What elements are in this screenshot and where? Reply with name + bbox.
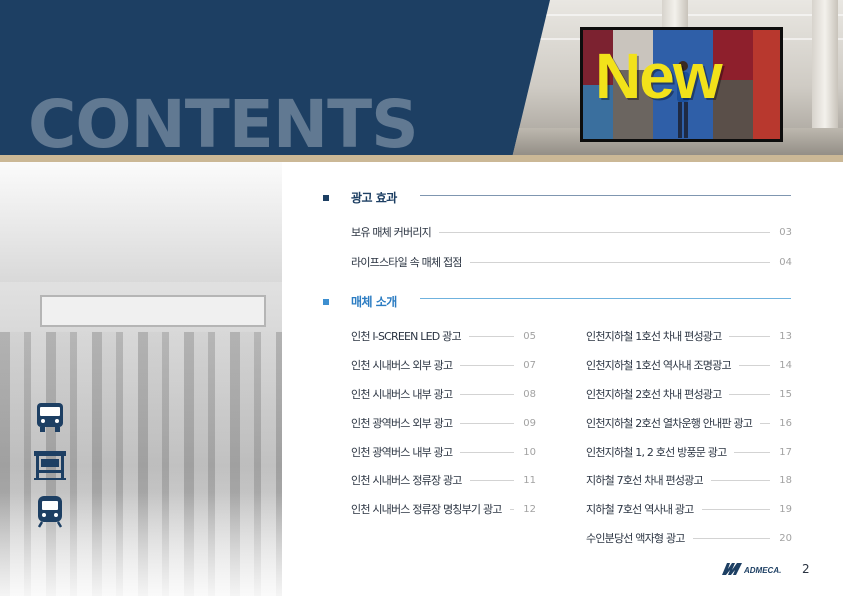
toc-leader [692, 537, 770, 539]
toc-row[interactable]: 라이프스타일 속 매체 접점 04 [351, 254, 792, 270]
toc-leader [468, 335, 514, 337]
bus-stop-icon [33, 448, 67, 482]
toc-leader [729, 393, 770, 395]
toc-label: 인천 I-SCREEN LED 광고 [351, 330, 462, 343]
section-header-ad-effect: 광고 효과 [323, 189, 397, 206]
toc-page: 16 [779, 417, 792, 429]
toc-row[interactable]: 인천지하철 2호선 열차운행 안내판 광고 16 [586, 415, 792, 431]
toc-label: 인천 광역버스 내부 광고 [351, 446, 453, 459]
toc-row[interactable]: 인천지하철 1호선 차내 편성광고 13 [586, 328, 792, 344]
toc-label: 라이프스타일 속 매체 접점 [351, 256, 462, 269]
toc-leader [460, 451, 514, 453]
toc-leader [509, 508, 514, 510]
logo-text: ADMECA. [744, 566, 782, 575]
toc-leader [729, 335, 770, 337]
photo-overhead-sign [40, 295, 266, 327]
toc-leader [469, 261, 770, 263]
toc-row[interactable]: 인천 시내버스 내부 광고 08 [351, 386, 536, 402]
toc-leader [760, 422, 770, 424]
toc-leader [734, 451, 770, 453]
toc-row[interactable]: 인천 시내버스 정류장 광고 11 [351, 472, 536, 488]
toc-label: 보유 매체 커버리지 [351, 226, 432, 239]
toc-row[interactable]: 인천 시내버스 외부 광고 07 [351, 357, 536, 373]
led-screen-image: New [580, 27, 783, 142]
toc-label: 인천 광역버스 외부 광고 [351, 417, 453, 430]
gold-divider [0, 155, 843, 162]
screen-sign-text: New [595, 40, 723, 112]
toc-row[interactable]: 수인분당선 액자형 광고 20 [586, 530, 792, 546]
toc-page: 15 [779, 388, 792, 400]
toc-page: 19 [779, 503, 792, 515]
toc-row[interactable]: 인천 광역버스 외부 광고 09 [351, 415, 536, 431]
toc-page: 12 [523, 503, 536, 515]
toc-page: 13 [779, 330, 792, 342]
logo-mark-icon [722, 563, 742, 578]
page-title: CONTENTS [28, 86, 419, 158]
toc-row[interactable]: 인천 I-SCREEN LED 광고 05 [351, 328, 536, 344]
bus-icon [33, 400, 67, 434]
toc-page: 04 [779, 256, 792, 268]
toc-leader [460, 364, 514, 366]
toc-label: 인천 시내버스 내부 광고 [351, 388, 453, 401]
toc-page: 18 [779, 474, 792, 486]
toc-leader [738, 364, 770, 366]
toc-row[interactable]: 인천 시내버스 정류장 명칭부기 광고 12 [351, 501, 536, 517]
page-number: 2 [802, 562, 810, 576]
toc-label: 인천 시내버스 정류장 광고 [351, 474, 462, 487]
toc-leader [460, 393, 514, 395]
toc-leader [701, 508, 770, 510]
toc-row[interactable]: 인천지하철 2호선 차내 편성광고 15 [586, 386, 792, 402]
toc-page: 11 [523, 474, 536, 486]
toc-row[interactable]: 보유 매체 커버리지 03 [351, 224, 792, 240]
toc-row[interactable]: 지하철 7호선 역사내 광고 19 [586, 501, 792, 517]
bullet-square-icon [323, 298, 329, 305]
toc-page: 07 [523, 359, 536, 371]
toc-row[interactable]: 인천지하철 1호선 역사내 조명광고 14 [586, 357, 792, 373]
station-crowd-photo [0, 162, 282, 596]
toc-label: 인천지하철 1호선 역사내 조명광고 [586, 359, 732, 372]
toc-page: 05 [523, 330, 536, 342]
toc-label: 인천지하철 2호선 차내 편성광고 [586, 388, 722, 401]
section-header-media-intro: 매체 소개 [323, 293, 397, 310]
toc-row[interactable]: 인천 광역버스 내부 광고 10 [351, 444, 536, 460]
toc-page: 17 [779, 446, 792, 458]
toc-leader [469, 479, 514, 481]
section-rule [420, 195, 791, 196]
toc-label: 인천지하철 1, 2 호선 방풍문 광고 [586, 446, 727, 459]
header-band: CONTENTS New [0, 0, 843, 158]
toc-label: 인천지하철 1호선 차내 편성광고 [586, 330, 722, 343]
toc-page: 10 [523, 446, 536, 458]
toc-label: 지하철 7호선 역사내 광고 [586, 503, 694, 516]
section-title: 매체 소개 [351, 295, 397, 309]
toc-page: 09 [523, 417, 536, 429]
toc-label: 인천 시내버스 외부 광고 [351, 359, 453, 372]
toc-page: 08 [523, 388, 536, 400]
toc-label: 지하철 7호선 차내 편성광고 [586, 474, 704, 487]
toc-row[interactable]: 인천지하철 1, 2 호선 방풍문 광고 17 [586, 444, 792, 460]
toc-page: 14 [779, 359, 792, 371]
bullet-square-icon [323, 194, 329, 201]
section-title: 광고 효과 [351, 191, 397, 205]
toc-leader [460, 422, 514, 424]
toc-leader [438, 231, 770, 233]
toc-row[interactable]: 지하철 7호선 차내 편성광고 18 [586, 472, 792, 488]
section-rule [420, 298, 791, 299]
toc-label: 인천 시내버스 정류장 명칭부기 광고 [351, 503, 502, 516]
admeca-logo: ADMECA. [722, 563, 781, 578]
toc-label: 수인분당선 액자형 광고 [586, 532, 685, 545]
photo-ceiling [0, 162, 282, 282]
subway-icon [33, 494, 67, 528]
toc-label: 인천지하철 2호선 열차운행 안내판 광고 [586, 417, 753, 430]
toc-page: 03 [779, 226, 792, 238]
toc-page: 20 [779, 532, 792, 544]
toc-leader [710, 479, 770, 481]
